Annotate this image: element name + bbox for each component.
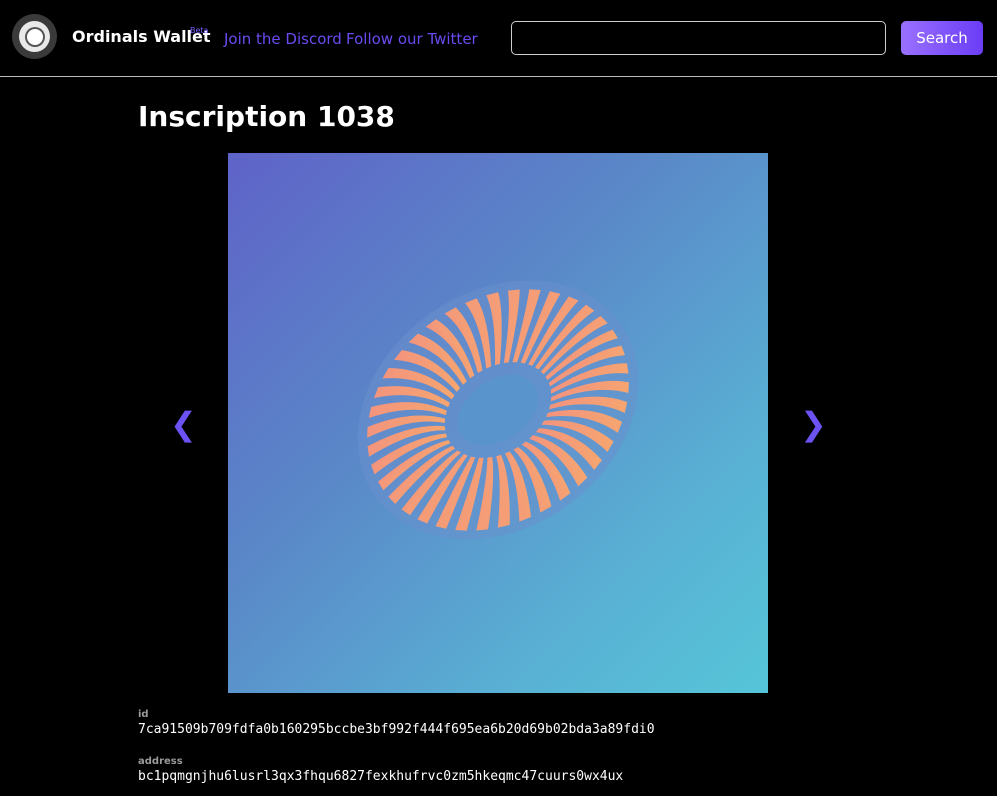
- top-navbar: Ordinals Wallet Beta Join the Discord Fo…: [0, 0, 997, 77]
- beta-badge: Beta: [190, 26, 209, 35]
- search-button[interactable]: Search: [901, 21, 983, 55]
- join-discord-link[interactable]: Join the Discord: [224, 30, 342, 48]
- follow-twitter-link[interactable]: Follow our Twitter: [346, 30, 478, 48]
- page-title: Inscription 1038: [138, 100, 395, 133]
- logo-core: [24, 26, 45, 47]
- id-value: 7ca91509b709fdfa0b160295bccbe3bf992f444f…: [138, 722, 655, 737]
- address-label: address: [138, 756, 183, 767]
- chevron-right-icon[interactable]: ❯: [800, 402, 827, 446]
- logo-icon[interactable]: [12, 14, 57, 59]
- search-input[interactable]: [511, 21, 886, 55]
- address-value: bc1pqmgnjhu6lusrl3qx3fhqu6827fexkhufrvc0…: [138, 769, 624, 784]
- id-label: id: [138, 709, 149, 720]
- chevron-left-icon[interactable]: ❮: [170, 402, 197, 446]
- logo-ring: [19, 21, 50, 52]
- inscription-image: [228, 153, 768, 693]
- torus-artwork: [357, 280, 639, 540]
- torus-group: [357, 280, 639, 540]
